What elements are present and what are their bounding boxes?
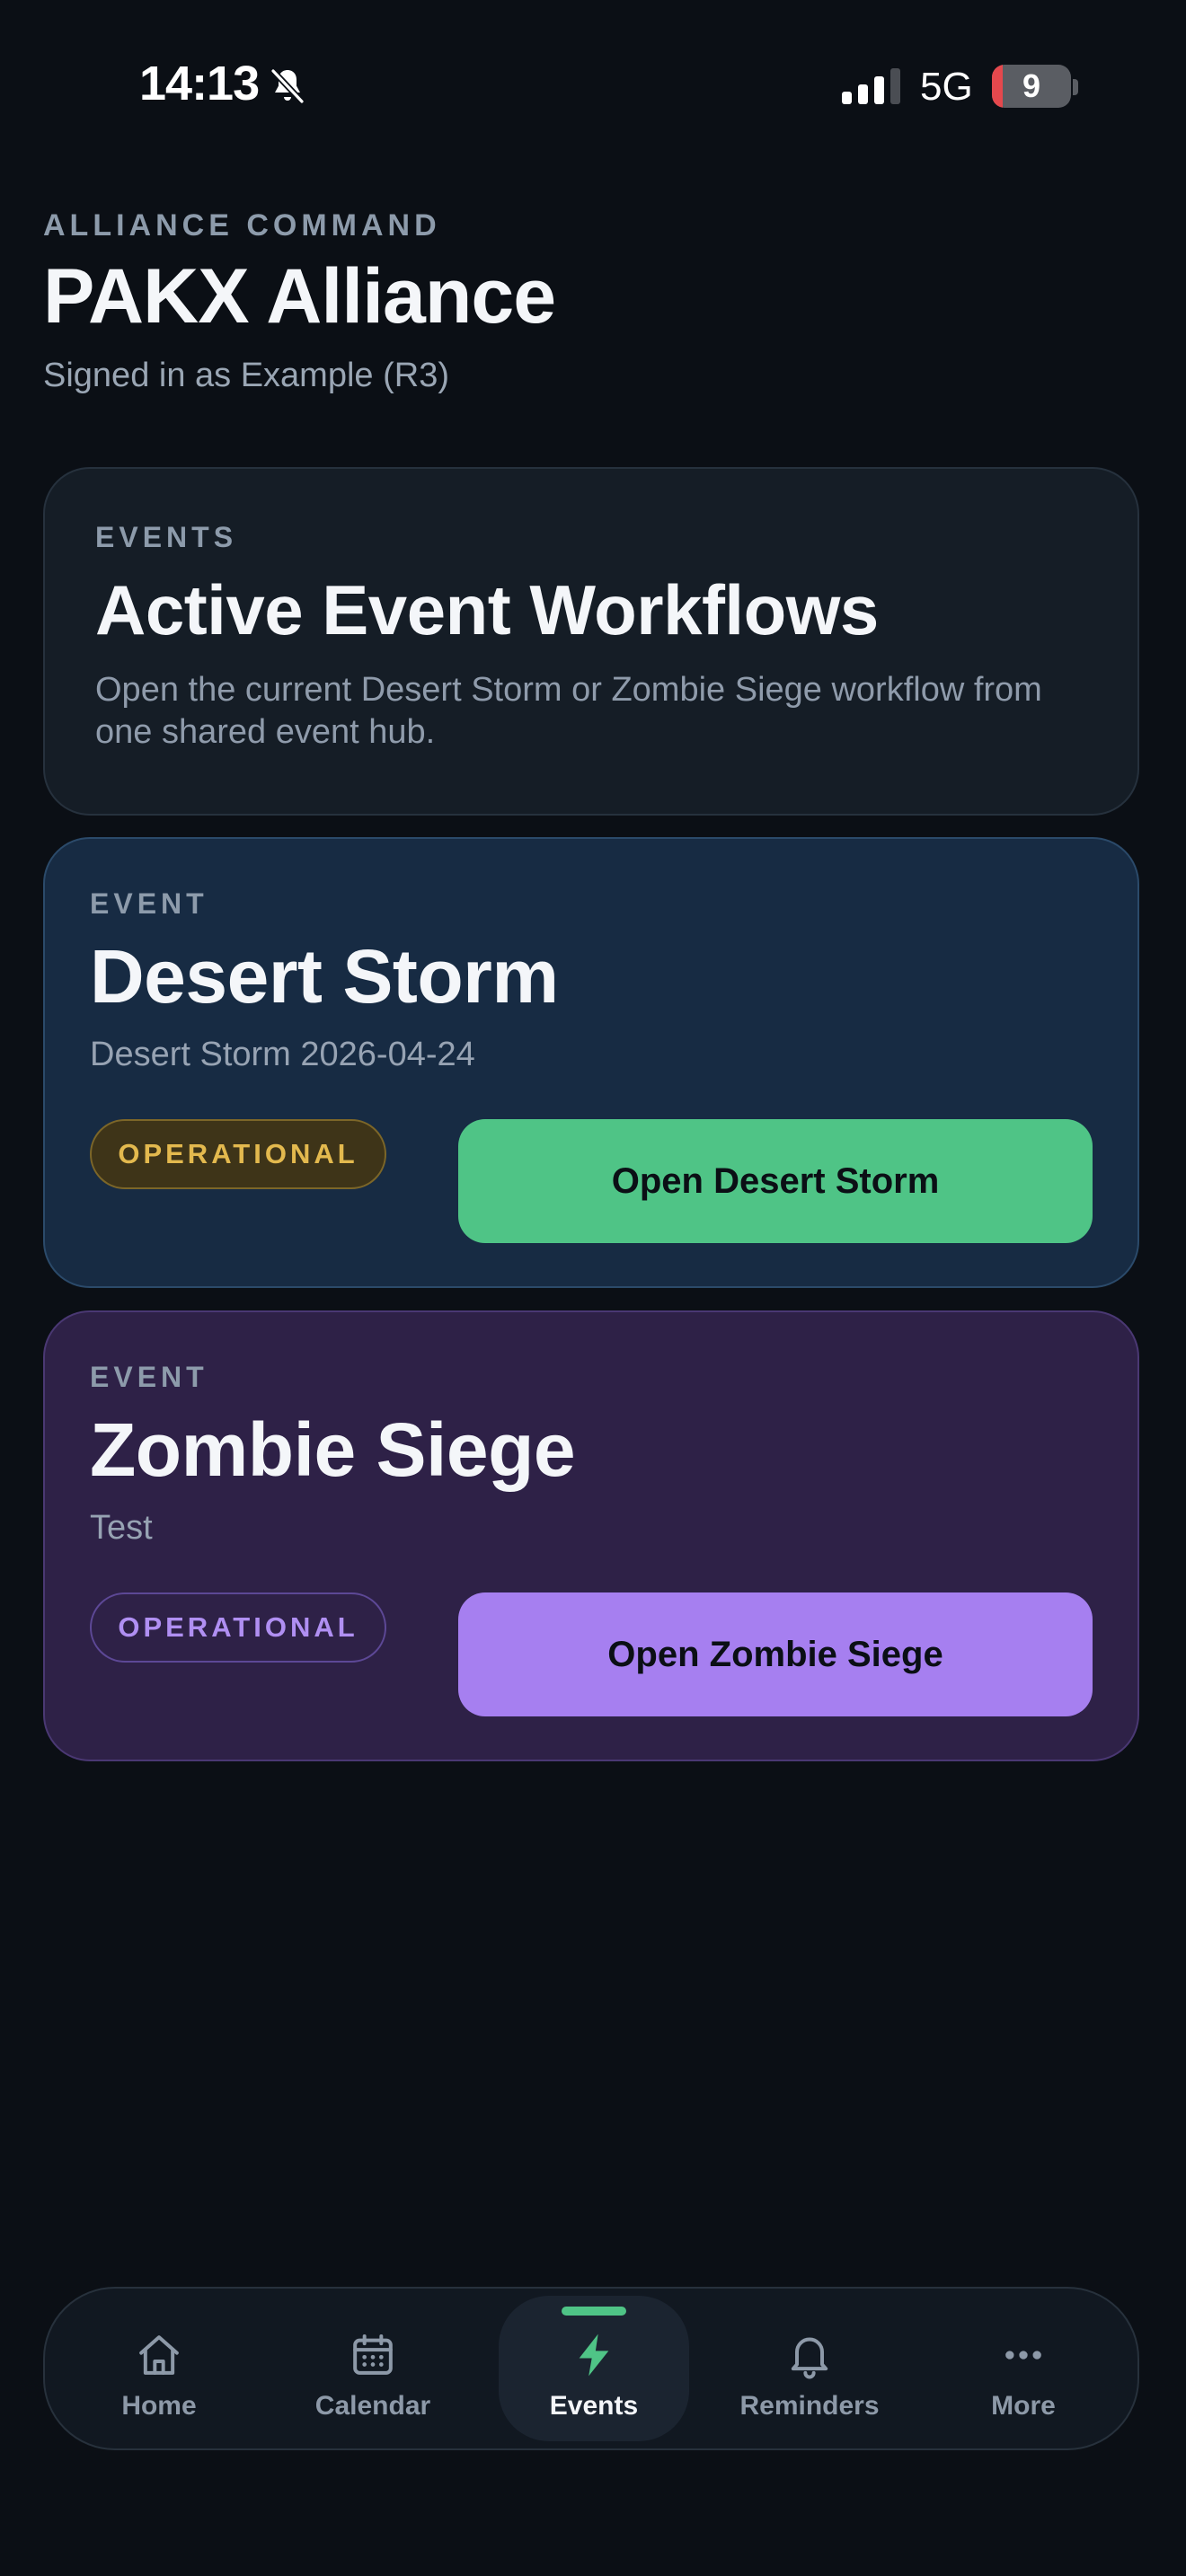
active-tab-indicator — [562, 2307, 626, 2316]
tab-calendar[interactable]: Calendar — [278, 2296, 468, 2441]
status-bar: 14:13 5G 9 — [0, 0, 1186, 171]
battery-icon: 9 — [992, 65, 1071, 108]
tab-home[interactable]: Home — [64, 2296, 254, 2441]
event-subtitle: Test — [90, 1509, 153, 1548]
tab-label: Events — [549, 2391, 639, 2421]
tab-more[interactable]: More — [928, 2296, 1119, 2441]
event-card-desert-storm: EVENT Desert Storm Desert Storm 2026-04-… — [43, 837, 1139, 1288]
page-header: ALLIANCE COMMAND PAKX Alliance Signed in… — [43, 208, 1139, 395]
signed-in-text: Signed in as Example (R3) — [43, 357, 449, 395]
lightning-icon — [579, 2333, 609, 2377]
more-icon — [1005, 2351, 1041, 2360]
event-actions: OPERATIONAL Open Zombie Siege — [90, 1592, 1093, 1716]
battery-level: 9 — [1022, 67, 1041, 104]
bottom-tab-bar: Home Calendar Events Reminders More — [43, 2287, 1139, 2450]
calendar-icon — [353, 2334, 393, 2375]
open-desert-storm-button[interactable]: Open Desert Storm — [458, 1119, 1093, 1243]
status-badge: OPERATIONAL — [90, 1592, 386, 1663]
status-time: 14:13 — [139, 57, 260, 110]
battery-cap — [1073, 79, 1078, 95]
cellular-signal-icon — [842, 68, 900, 104]
network-type: 5G — [920, 65, 973, 109]
event-subtitle: Desert Storm 2026-04-24 — [90, 1036, 475, 1074]
tab-reminders[interactable]: Reminders — [714, 2296, 905, 2441]
event-card-zombie-siege: EVENT Zombie Siege Test OPERATIONAL Open… — [43, 1310, 1139, 1761]
events-intro-card: EVENTS Active Event Workflows Open the c… — [43, 467, 1139, 816]
intro-description: Open the current Desert Storm or Zombie … — [95, 670, 1042, 751]
event-title: Zombie Siege — [90, 1407, 576, 1492]
page-title: PAKX Alliance — [43, 253, 556, 340]
home-icon — [139, 2335, 179, 2375]
header-eyebrow: ALLIANCE COMMAND — [43, 208, 441, 243]
event-title: Desert Storm — [90, 934, 559, 1019]
tab-label: More — [991, 2391, 1056, 2421]
tab-label: Reminders — [739, 2391, 880, 2421]
tab-label: Calendar — [314, 2391, 431, 2421]
status-badge: OPERATIONAL — [90, 1119, 386, 1189]
intro-title: Active Event Workflows — [95, 570, 879, 649]
tab-events[interactable]: Events — [499, 2296, 689, 2441]
event-eyebrow: EVENT — [90, 1361, 208, 1393]
intro-eyebrow: EVENTS — [95, 521, 238, 553]
tab-label: Home — [121, 2391, 197, 2421]
bell-icon — [791, 2337, 828, 2379]
event-actions: OPERATIONAL Open Desert Storm — [90, 1119, 1093, 1243]
bell-off-icon — [270, 67, 305, 105]
event-eyebrow: EVENT — [90, 887, 208, 920]
open-zombie-siege-button[interactable]: Open Zombie Siege — [458, 1592, 1093, 1716]
